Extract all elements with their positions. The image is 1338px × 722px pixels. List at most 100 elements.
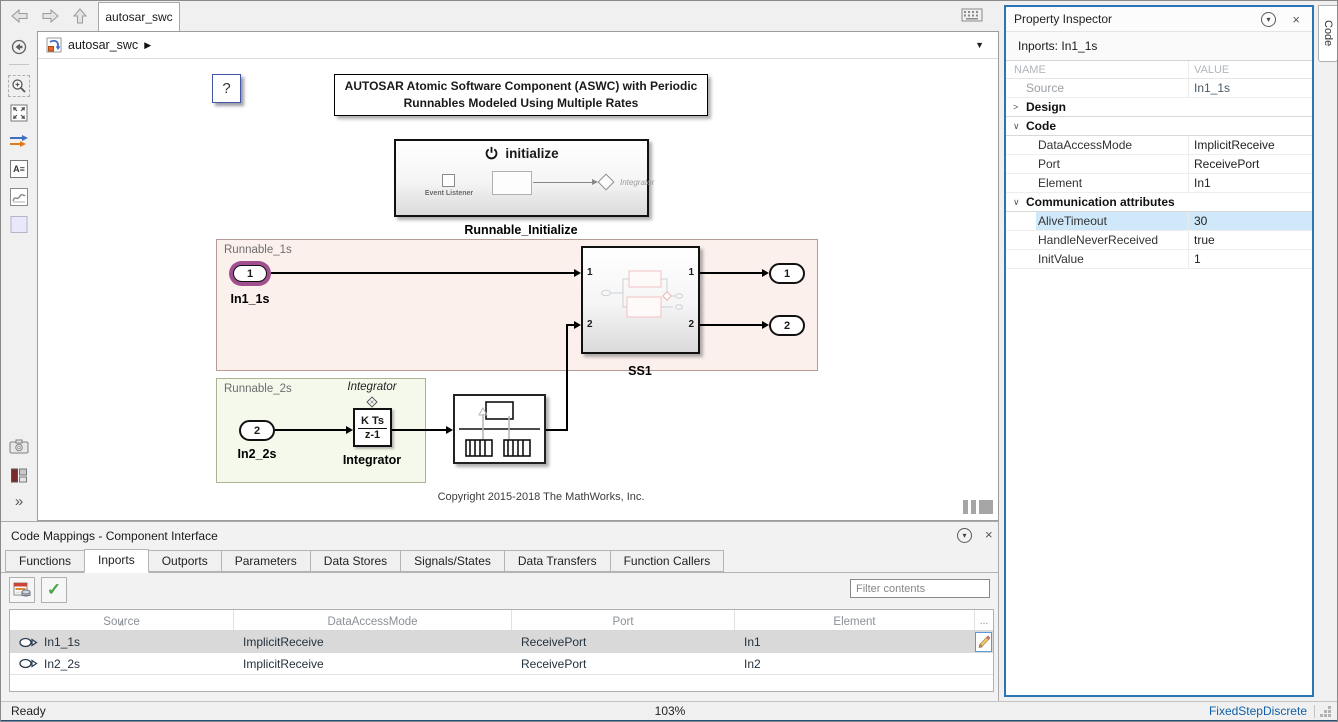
hide-explorer-bar-button[interactable] [11, 39, 27, 55]
signal-wire[interactable] [700, 324, 763, 326]
tab-function-callers[interactable]: Function Callers [610, 550, 725, 572]
signal-wire[interactable] [275, 429, 346, 431]
outport-1-number: 1 [784, 268, 790, 280]
pi-row-alivetimeout[interactable]: AliveTimeout 30 [1006, 212, 1312, 231]
tab-data-stores[interactable]: Data Stores [310, 550, 401, 572]
diagram-area[interactable]: ? AUTOSAR Atomic Software Component (ASW… [38, 59, 998, 520]
rate-transition-block[interactable] [453, 394, 546, 464]
breadcrumb-dropdown-icon[interactable]: ▼ [975, 40, 984, 50]
model-tab[interactable]: autosar_swc [98, 2, 180, 31]
breadcrumb-model-name[interactable]: autosar_swc [68, 38, 138, 52]
integrator-numerator: K Ts [358, 415, 387, 429]
back-button[interactable] [7, 6, 33, 26]
property-inspector-title: Property Inspector [1014, 12, 1112, 26]
outport-1-block[interactable]: 1 [769, 263, 805, 284]
help-doc-block[interactable]: ? [212, 74, 241, 103]
integrator-denominator: z-1 [365, 429, 380, 441]
code-side-tab[interactable]: Code [1318, 5, 1338, 62]
pi-row-element[interactable]: Element In1 [1006, 174, 1312, 193]
runnable-1s-region[interactable]: Runnable_1s [216, 239, 818, 371]
inport-1-selection-ring[interactable]: 1 [229, 261, 271, 286]
column-header-source[interactable]: ∧ Source [10, 610, 234, 630]
cell-dataaccessmode[interactable]: ImplicitReceive [234, 653, 512, 674]
pi-row-handleneverreceived[interactable]: HandleNeverReceived true [1006, 231, 1312, 250]
code-mappings-panel: Code Mappings - Component Interface ▾ × … [1, 521, 999, 701]
column-header-element[interactable]: Element [735, 610, 975, 630]
table-row-in1-1s[interactable]: In1_1s ImplicitReceive ReceivePort In1 [10, 631, 993, 653]
pencil-icon [977, 635, 990, 649]
outport-2-block[interactable]: 2 [769, 315, 805, 336]
pi-row-dataaccessmode[interactable]: DataAccessMode ImplicitReceive [1006, 136, 1312, 155]
status-solver-link[interactable]: FixedStepDiscrete [1209, 704, 1307, 718]
pi-section-communication-attributes[interactable]: ∨ Communication attributes [1006, 193, 1312, 212]
tab-inports[interactable]: Inports [84, 549, 149, 573]
screenshot-button[interactable] [9, 439, 29, 454]
viewmark-button[interactable] [11, 216, 28, 233]
tab-data-transfers[interactable]: Data Transfers [504, 550, 611, 572]
window-resize-grip[interactable] [1328, 706, 1331, 709]
signal-wire[interactable] [546, 429, 568, 431]
title-line-2: Runnables Modeled Using Multiple Rates [335, 95, 707, 112]
route-signals-icon [9, 134, 29, 148]
route-signals-button[interactable] [9, 134, 29, 148]
model-data-viewer-button[interactable] [11, 467, 28, 484]
cell-dataaccessmode[interactable]: ImplicitReceive [234, 631, 512, 653]
pi-row-initvalue[interactable]: InitValue 1 [1006, 250, 1312, 269]
breadcrumb[interactable]: autosar_swc ▶ ▼ [38, 32, 998, 59]
arrowhead [574, 321, 581, 329]
validate-mappings-button[interactable]: ✓ [41, 577, 67, 603]
image-button[interactable] [10, 188, 28, 206]
ss1-outport-1: 1 [688, 267, 694, 278]
signal-wire[interactable] [700, 272, 763, 274]
code-mappings-title: Code Mappings - Component Interface [11, 529, 218, 543]
column-header-port[interactable]: Port [512, 610, 735, 630]
ss1-inport-1: 1 [587, 267, 593, 278]
tab-signals-states[interactable]: Signals/States [400, 550, 505, 572]
integrator-block[interactable]: K Ts z-1 [353, 408, 392, 447]
pi-row-port[interactable]: Port ReceivePort [1006, 155, 1312, 174]
table-row-in2-2s[interactable]: In2_2s ImplicitReceive ReceivePort In2 [10, 653, 993, 675]
forward-button[interactable] [37, 6, 63, 26]
title-line-1: AUTOSAR Atomic Software Component (ASWC)… [335, 78, 707, 95]
annotation-button[interactable]: A≡ [10, 160, 28, 178]
tab-functions[interactable]: Functions [5, 550, 85, 572]
inport-2-block[interactable]: 2 [239, 420, 275, 441]
signal-wire[interactable] [271, 272, 574, 274]
signal-wire[interactable] [392, 429, 446, 431]
fit-to-view-button[interactable] [10, 104, 28, 122]
breadcrumb-arrow-icon[interactable]: ▶ [144, 40, 151, 51]
keyboard-shortcuts-button[interactable] [959, 5, 985, 25]
signal-wire[interactable] [566, 324, 574, 326]
model-title-annotation[interactable]: AUTOSAR Atomic Software Component (ASWC)… [334, 74, 708, 116]
column-header-dataaccessmode[interactable]: DataAccessMode [234, 610, 512, 630]
runnable-initialize-block[interactable]: initialize Event Listener Integrator [394, 139, 649, 217]
ss1-label: SS1 [590, 364, 690, 378]
panel-minimize-button[interactable]: ▾ [957, 528, 972, 543]
up-button[interactable] [67, 6, 93, 26]
column-header-more[interactable]: ... [975, 610, 993, 630]
more-tools-button[interactable]: » [15, 493, 23, 510]
pi-section-code[interactable]: ∨ Code [1006, 117, 1312, 136]
inport-1-block[interactable]: 1 [233, 265, 267, 282]
up-arrow-icon [71, 7, 89, 25]
status-zoom-level: 103% [1, 704, 1338, 718]
annotation-icon: A≡ [13, 164, 25, 174]
edit-row-button[interactable] [975, 632, 992, 652]
cell-element: In2 [735, 653, 975, 674]
keyboard-icon [961, 8, 983, 22]
camera-icon [9, 439, 29, 454]
pi-close-button[interactable]: × [1292, 13, 1300, 26]
pi-minimize-button[interactable]: ▾ [1261, 12, 1276, 27]
tab-outports[interactable]: Outports [148, 550, 222, 572]
zoom-button[interactable] [8, 75, 30, 97]
pi-row-source[interactable]: Source In1_1s [1006, 79, 1312, 98]
integrator-annotation[interactable]: Integrator [322, 381, 422, 393]
signal-wire[interactable] [566, 324, 568, 431]
filter-input[interactable] [850, 579, 990, 598]
tab-parameters[interactable]: Parameters [221, 550, 311, 572]
panel-close-button[interactable]: × [985, 528, 993, 541]
pi-section-design[interactable]: > Design [1006, 98, 1312, 117]
ss1-subsystem-block[interactable]: 1 2 1 2 [581, 246, 700, 354]
configure-defaults-button[interactable] [9, 577, 35, 603]
inport-icon [19, 658, 38, 669]
